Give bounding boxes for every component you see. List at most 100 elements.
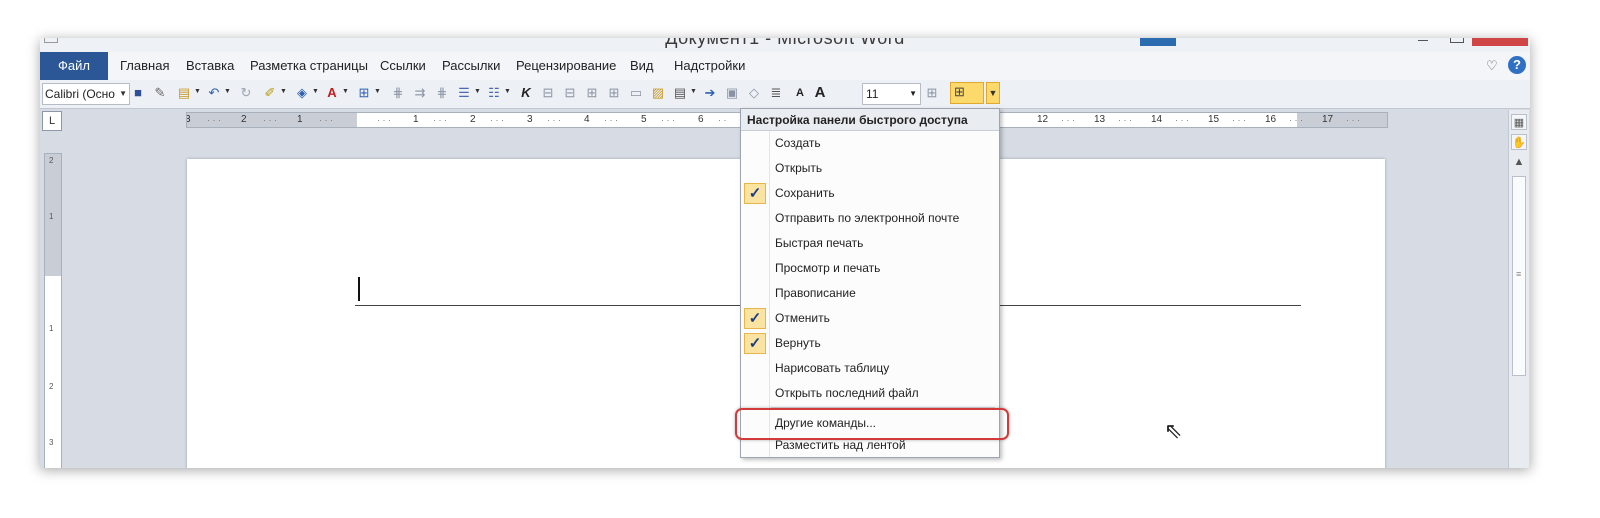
chevron-down-icon[interactable]: ▼ <box>280 88 287 95</box>
tab-references[interactable]: Ссылки <box>380 52 426 80</box>
minimize-ribbon-icon[interactable]: ♡ <box>1486 58 1498 74</box>
maximize-icon[interactable] <box>1450 38 1464 43</box>
menu-item-draw-table[interactable]: Нарисовать таблицу <box>741 356 999 381</box>
tab-insert[interactable]: Вставка <box>186 52 234 80</box>
menu-item-open-recent[interactable]: Открыть последний файл <box>741 381 999 406</box>
ribbon-tab-bar: Файл Главная Вставка Разметка страницы С… <box>40 52 1530 81</box>
chevron-down-icon[interactable]: ▼ <box>504 88 511 95</box>
ruler-number: 12 <box>1037 114 1049 125</box>
ruler-tick: · · · <box>207 115 221 125</box>
borders-gray-icon[interactable]: ⊞ <box>924 85 940 101</box>
tab-page-layout[interactable]: Разметка страницы <box>250 52 368 80</box>
tab-mailings[interactable]: Рассылки <box>442 52 500 80</box>
menu-item-new[interactable]: Создать <box>741 131 999 156</box>
menu-item-redo[interactable]: ✓ Вернуть <box>741 331 999 356</box>
minimize-icon[interactable] <box>1418 40 1428 41</box>
chevron-down-icon[interactable]: ▼ <box>374 88 381 95</box>
menu-item-undo[interactable]: ✓ Отменить <box>741 306 999 331</box>
menu-item-label: Нарисовать таблицу <box>775 361 890 375</box>
chevron-down-icon[interactable]: ▼ <box>909 84 917 104</box>
ruler-number: 2 <box>470 114 476 125</box>
chevron-down-icon[interactable]: ▼ <box>224 88 231 95</box>
vruler-number: 1 <box>49 212 54 221</box>
vertical-scrollbar[interactable]: ▦ ✋ ▲ ≡ <box>1508 110 1529 468</box>
chevron-down-icon[interactable]: ▼ <box>312 88 319 95</box>
table-draw-icon[interactable]: ⋕ <box>390 85 406 101</box>
menu-item-label: Открыть последний файл <box>775 386 919 400</box>
check-icon: ✓ <box>744 183 766 204</box>
help-icon[interactable]: ? <box>1508 56 1526 74</box>
font-size-combo[interactable]: 11 ▼ <box>862 83 921 105</box>
chevron-down-icon[interactable]: ▼ <box>690 88 697 95</box>
italic-icon[interactable]: K <box>518 85 534 101</box>
multilevel-list-icon[interactable]: ☰ <box>456 85 472 101</box>
ruler-number: 5 <box>641 114 647 125</box>
page-icon[interactable]: ▤ <box>672 85 688 101</box>
borders-button[interactable]: ⊞ <box>950 82 984 104</box>
menu-item-label: Правописание <box>775 286 856 300</box>
clear-format-icon[interactable]: ◇ <box>746 85 762 101</box>
grow-font-icon[interactable]: A <box>812 85 828 101</box>
fill-color-icon[interactable]: ◈ <box>294 85 310 101</box>
text-direction-icon[interactable]: ≣ <box>768 85 784 101</box>
insert-row-below-icon[interactable]: ⊟ <box>562 85 578 101</box>
ruler-number: 2 <box>241 114 247 125</box>
ruler-number: 16 <box>1265 114 1277 125</box>
scrollbar-thumb[interactable]: ≡ <box>1512 176 1526 376</box>
menu-item-show-above-ribbon[interactable]: Разместить над лентой <box>741 433 999 458</box>
chevron-down-icon[interactable]: ▼ <box>194 88 201 95</box>
font-name-combo[interactable]: Calibri (Осно ▼ <box>42 83 130 105</box>
mouse-pointer-icon: ⇖ <box>1164 418 1183 443</box>
document-icon[interactable]: ▨ <box>650 85 666 101</box>
insert-column-right-icon[interactable]: ⊞ <box>606 85 622 101</box>
hand-icon[interactable]: ✋ <box>1511 134 1527 150</box>
bullets-icon[interactable]: ☷ <box>486 85 502 101</box>
highlight-icon[interactable]: ✐ <box>262 85 278 101</box>
menu-item-label: Сохранить <box>775 186 835 200</box>
table-insert-icon[interactable]: ⋕ <box>434 85 450 101</box>
insert-column-left-icon[interactable]: ⊞ <box>584 85 600 101</box>
table-icon[interactable]: ⊞ <box>356 85 372 101</box>
menu-item-spelling[interactable]: Правописание <box>741 281 999 306</box>
ruler-tick: · · · <box>1118 115 1132 125</box>
tab-view[interactable]: Вид <box>630 52 654 80</box>
ruler-number: 17 <box>1322 114 1334 125</box>
chevron-down-icon[interactable]: ▼ <box>474 88 481 95</box>
format-painter-icon[interactable]: ✎ <box>152 85 168 101</box>
tab-home[interactable]: Главная <box>120 52 169 80</box>
save-icon[interactable]: ■ <box>130 85 146 101</box>
shrink-font-icon[interactable]: A <box>792 85 808 101</box>
chevron-down-icon[interactable]: ▼ <box>342 88 349 95</box>
customize-qat-menu: Настройка панели быстрого доступа Создат… <box>735 108 1009 458</box>
ruler-right-margin <box>1297 113 1387 127</box>
ruler-tick: · · · <box>1232 115 1246 125</box>
menu-item-quick-print[interactable]: Быстрая печать <box>741 231 999 256</box>
scroll-up-icon[interactable]: ▲ <box>1511 154 1527 170</box>
insert-row-above-icon[interactable]: ⊟ <box>540 85 556 101</box>
tab-stop-selector[interactable]: L <box>42 111 62 131</box>
menu-item-save[interactable]: ✓ Сохранить <box>741 181 999 206</box>
text-cursor <box>358 277 360 301</box>
ruler-tick: · · · <box>490 115 504 125</box>
customize-qat-button[interactable]: ▼ <box>986 82 1000 104</box>
paste-icon[interactable]: ▤ <box>176 85 192 101</box>
merge-cells-icon[interactable]: ▭ <box>628 85 644 101</box>
redo-icon[interactable]: ↻ <box>238 85 254 101</box>
vertical-ruler[interactable]: 2 1 1 2 3 <box>44 153 62 468</box>
table-erase-icon[interactable]: ⇉ <box>412 85 428 101</box>
menu-item-print-preview[interactable]: Просмотр и печать <box>741 256 999 281</box>
close-button[interactable] <box>1472 38 1528 46</box>
font-color-icon[interactable]: A <box>324 85 340 101</box>
view-ruler-icon[interactable]: ▦ <box>1511 114 1527 130</box>
tab-review[interactable]: Рецензирование <box>516 52 616 80</box>
picture-icon[interactable]: ▣ <box>724 85 740 101</box>
menu-item-open[interactable]: Открыть <box>741 156 999 181</box>
menu-item-label: Отправить по электронной почте <box>775 211 960 225</box>
undo-icon[interactable]: ↶ <box>206 85 222 101</box>
ruler-number: 1 <box>413 114 419 125</box>
chevron-down-icon[interactable]: ▼ <box>119 84 127 104</box>
tab-file[interactable]: Файл <box>40 52 108 80</box>
tab-addins[interactable]: Надстройки <box>674 52 745 80</box>
next-icon[interactable]: ➔ <box>702 85 718 101</box>
menu-item-email[interactable]: Отправить по электронной почте <box>741 206 999 231</box>
